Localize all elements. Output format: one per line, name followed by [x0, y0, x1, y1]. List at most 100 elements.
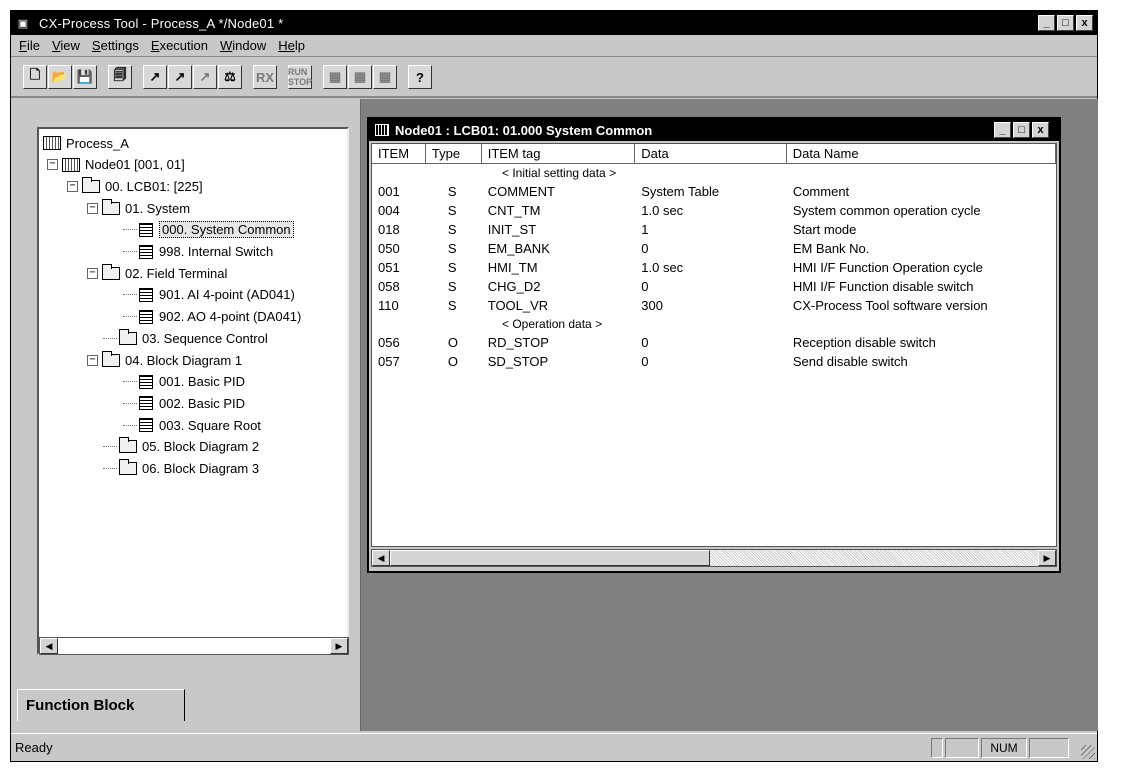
tree-item[interactable]: 901. AI 4-point (AD041) — [123, 285, 295, 305]
collapse-icon[interactable]: − — [47, 159, 58, 171]
menu-window[interactable]: Window — [214, 38, 272, 53]
tree-item[interactable]: 998. Internal Switch — [123, 242, 273, 262]
properties-icon[interactable]: 🗐 — [108, 65, 132, 89]
collapse-icon[interactable]: − — [87, 267, 98, 279]
help-icon[interactable]: ? — [408, 65, 432, 89]
cell-type: S — [447, 279, 457, 294]
block-icon-3[interactable]: ▦ — [373, 65, 397, 89]
save-icon[interactable]: 💾 — [73, 65, 97, 89]
cell-type: S — [447, 184, 457, 199]
new-icon[interactable]: 🗋 — [23, 65, 47, 89]
menu-execution[interactable]: Execution — [145, 38, 214, 53]
maximize-button[interactable]: □ — [1057, 15, 1074, 31]
project-icon — [43, 136, 61, 150]
run-stop-icon[interactable]: RUN STOP — [288, 65, 312, 89]
tab-function-block[interactable]: Function Block — [17, 689, 185, 721]
tree-item-label: 03. Sequence Control — [142, 330, 268, 346]
app-icon[interactable]: ▣ — [15, 15, 31, 31]
tree-connector — [123, 424, 137, 426]
minimize-button[interactable]: _ — [1038, 15, 1055, 31]
tree-item[interactable]: 001. Basic PID — [123, 372, 245, 392]
menu-view[interactable]: View — [46, 38, 86, 53]
section-label: < Initial setting data > — [502, 166, 617, 180]
table-row[interactable]: 001 S COMMENT System Table Comment — [372, 182, 1056, 201]
menu-settings[interactable]: Settings — [86, 38, 145, 53]
table-row[interactable]: 056 O RD_STOP 0 Reception disable switch — [372, 333, 1056, 352]
tree-connector — [123, 294, 137, 296]
project-tree[interactable]: Process_A − Node01 [001, 01] −00. LCB01: [2… — [37, 127, 349, 655]
cell-name: Reception disable switch — [792, 335, 936, 350]
table-horizontal-scrollbar[interactable]: ◀ ▶ — [371, 549, 1057, 567]
table-row[interactable]: 057 O SD_STOP 0 Send disable switch — [372, 352, 1056, 371]
tree-item[interactable]: Process_A — [43, 133, 129, 153]
tree-item[interactable]: 000. System Common — [123, 220, 294, 240]
column-header[interactable]: ITEM tag — [482, 144, 636, 163]
collapse-icon[interactable]: − — [67, 180, 78, 192]
scroll-left-arrow-icon[interactable]: ◀ — [40, 638, 58, 654]
child-maximize-button[interactable]: □ — [1013, 122, 1030, 138]
open-icon[interactable]: 📂 — [48, 65, 72, 89]
tree-item-label: 06. Block Diagram 3 — [142, 461, 260, 476]
app-window: ▣ CX-Process Tool - Process_A */Node01 *… — [10, 10, 1098, 762]
menu-help[interactable]: Help — [272, 38, 311, 53]
collapse-icon[interactable]: − — [87, 354, 98, 366]
rx-icon[interactable]: RX — [253, 65, 277, 89]
child-close-button[interactable]: x — [1032, 122, 1049, 138]
table-row[interactable]: 050 S EM_BANK 0 EM Bank No. — [372, 239, 1056, 258]
tree-horizontal-scrollbar[interactable]: ◀ ▶ — [39, 637, 349, 655]
menu-file[interactable]: File — [13, 38, 46, 53]
collapse-icon[interactable]: − — [87, 202, 98, 214]
tree-item[interactable]: − 01. System — [87, 198, 190, 218]
cell-data: 1 — [641, 222, 649, 237]
tree-item[interactable]: − Node01 [001, 01] — [47, 155, 185, 175]
tree-item[interactable]: 003. Square Root — [123, 415, 261, 435]
cell-data: 0 — [641, 335, 649, 350]
function-block-icon — [139, 396, 153, 411]
scroll-left-arrow-icon[interactable]: ◀ — [372, 550, 390, 566]
column-header[interactable]: Data — [635, 144, 787, 163]
table-row[interactable]: 110 S TOOL_VR 300 CX-Process Tool software v… — [372, 296, 1056, 315]
tree-item[interactable]: − 04. Block Diagram 1 — [87, 350, 242, 370]
cell-tag: EM_BANK — [487, 241, 550, 256]
tree-item[interactable]: 03. Sequence Control — [103, 328, 268, 348]
table-row[interactable]: 018 S INIT_ST 1 Start mode — [372, 220, 1056, 239]
column-header[interactable]: Data Name — [787, 144, 1056, 163]
child-minimize-button[interactable]: _ — [994, 122, 1011, 138]
folder-icon — [102, 350, 120, 367]
scroll-thumb[interactable] — [390, 550, 710, 566]
cell-name: Comment — [792, 184, 850, 199]
close-button[interactable]: x — [1076, 15, 1093, 31]
table-row[interactable]: 051 S HMI_TM 1.0 sec HMI I/F Function Operat… — [372, 258, 1056, 277]
child-title-bar[interactable]: Node01 : LCB01: 01.000 System Common _ □… — [369, 119, 1059, 141]
cell-data: 1.0 sec — [641, 260, 684, 275]
download-icon[interactable]: ↗ — [143, 65, 167, 89]
tree-item[interactable]: − 00. LCB01: [225] — [67, 176, 203, 196]
cell-name: HMI I/F Function disable switch — [792, 279, 974, 294]
table-row[interactable]: 004 S CNT_TM 1.0 sec System common operation… — [372, 201, 1056, 220]
block-icon-1[interactable]: ▦ — [323, 65, 347, 89]
transfer-icon[interactable]: ↗ — [193, 65, 217, 89]
tree-item[interactable]: 002. Basic PID — [123, 393, 245, 413]
scroll-right-arrow-icon[interactable]: ▶ — [330, 638, 348, 654]
tree-connector — [103, 446, 117, 448]
cell-type: O — [447, 335, 458, 350]
tree-connector — [123, 229, 137, 231]
cell-item: 057 — [378, 354, 400, 369]
folder-icon — [102, 263, 120, 280]
upload-icon[interactable]: ↗ — [168, 65, 192, 89]
compare-icon[interactable]: ⚖ — [218, 65, 242, 89]
tree-item[interactable]: 902. AO 4-point (DA041) — [123, 307, 301, 327]
tree-item[interactable]: 06. Block Diagram 3 — [103, 459, 259, 479]
status-panel-empty — [931, 738, 943, 758]
table-row[interactable]: 058 S CHG_D2 0 HMI I/F Function disable swit… — [372, 277, 1056, 296]
cell-name: System common operation cycle — [792, 203, 981, 218]
title-bar[interactable]: ▣ CX-Process Tool - Process_A */Node01 *… — [11, 11, 1097, 35]
block-icon-2[interactable]: ▦ — [348, 65, 372, 89]
resize-grip-icon[interactable] — [1081, 745, 1095, 759]
scroll-right-arrow-icon[interactable]: ▶ — [1038, 550, 1056, 566]
tree-item[interactable]: − 02. Field Terminal — [87, 263, 227, 283]
tree-item[interactable]: 05. Block Diagram 2 — [103, 437, 259, 457]
column-header[interactable]: Type — [426, 144, 482, 163]
cell-type: S — [447, 203, 457, 218]
column-header[interactable]: ITEM — [372, 144, 426, 163]
